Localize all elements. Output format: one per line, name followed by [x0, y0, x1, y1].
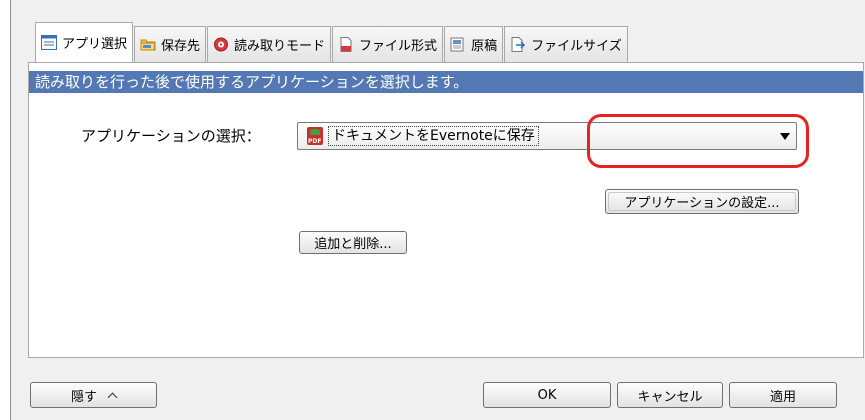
apply-button-label: 適用 [769, 389, 796, 405]
app-select-label: アプリケーションの選択： [81, 127, 261, 145]
tab-label: 保存先 [161, 39, 201, 54]
scan-settings-window: アプリ選択 保存先 読み取りモード ファイル形式 原稿 ファイルサイズ 読み取り… [10, 0, 865, 420]
add-remove-button[interactable]: 追加と削除... [299, 231, 407, 254]
tab-file-size[interactable]: ファイルサイズ [504, 26, 628, 62]
document-icon [450, 37, 466, 52]
folder-icon [140, 37, 156, 52]
file-format-icon [338, 37, 354, 52]
tab-label: 原稿 [471, 39, 498, 54]
highlight-annotation [587, 114, 809, 168]
panel-description: 読み取りを行った後で使用するアプリケーションを選択します。 [29, 71, 863, 93]
dropdown-selected-value: ドキュメントをEvernoteに保存 [328, 126, 539, 146]
app-settings-button[interactable]: アプリケーションの設定... [605, 189, 799, 214]
scan-mode-icon [213, 37, 229, 52]
app-select-icon [41, 35, 57, 50]
tab-document[interactable]: 原稿 [444, 26, 504, 62]
app-select-panel: 読み取りを行った後で使用するアプリケーションを選択します。 アプリケーションの選… [28, 62, 864, 358]
hide-button-label: 隠す [70, 389, 97, 405]
tab-label: アプリ選択 [62, 37, 128, 52]
tab-save-location[interactable]: 保存先 [134, 26, 207, 62]
tab-bar: アプリ選択 保存先 読み取りモード ファイル形式 原稿 ファイルサイズ [35, 22, 629, 62]
tab-label: ファイルサイズ [531, 39, 622, 54]
tab-app-select[interactable]: アプリ選択 [35, 22, 134, 62]
tab-scan-mode[interactable]: 読み取りモード [207, 26, 332, 62]
chevron-up-icon [107, 392, 118, 402]
hide-button[interactable]: 隠す [30, 382, 157, 408]
cancel-button-label: キャンセル [637, 389, 703, 405]
ok-button-label: OK [537, 387, 557, 403]
add-remove-button-label: 追加と削除... [314, 237, 392, 252]
pdf-icon-text: PDF [308, 138, 322, 145]
ok-button[interactable]: OK [483, 382, 611, 408]
file-size-icon [510, 37, 526, 52]
app-settings-button-label: アプリケーションの設定... [624, 196, 780, 211]
apply-button[interactable]: 適用 [729, 382, 837, 408]
evernote-pdf-icon: PDF [307, 127, 323, 145]
cancel-button[interactable]: キャンセル [617, 382, 723, 408]
tab-label: ファイル形式 [359, 39, 438, 54]
tab-label: 読み取りモード [234, 39, 326, 54]
tab-file-format[interactable]: ファイル形式 [332, 26, 444, 62]
